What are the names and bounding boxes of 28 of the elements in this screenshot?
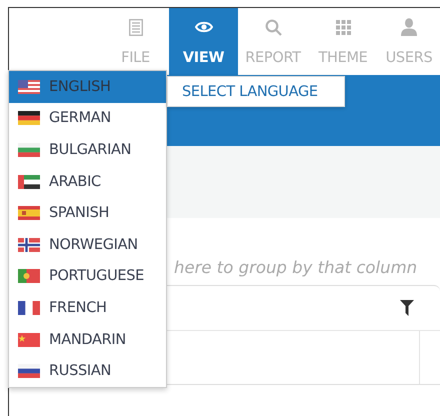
filter-icon[interactable] — [400, 300, 414, 316]
menu-item[interactable]: NORWEGIAN — [9, 228, 166, 261]
menu-item[interactable]: BULGARIAN — [9, 134, 166, 166]
flag-icon — [18, 300, 40, 315]
flag-icon — [18, 80, 40, 94]
flag-icon — [18, 206, 40, 220]
user-icon — [401, 18, 417, 36]
group-hint: here to group by that column — [174, 258, 418, 277]
flag-icon — [18, 364, 40, 378]
nav-tab[interactable]: VIEW — [169, 8, 238, 75]
flag-icon — [18, 111, 40, 126]
eye-icon — [194, 21, 212, 33]
menu-item[interactable]: SPANISH — [9, 197, 166, 229]
flag-icon — [18, 142, 40, 157]
menu-item[interactable]: MANDARIN — [9, 324, 166, 356]
flag-icon — [18, 238, 40, 252]
grid-icon — [336, 20, 350, 34]
flag-icon — [18, 269, 40, 284]
menu-item[interactable]: PORTUGUESE — [9, 260, 166, 292]
flag-icon — [18, 174, 40, 189]
select-language-item[interactable]: SELECT LANGUAGE — [167, 76, 345, 107]
menu-item[interactable]: RUSSIAN — [9, 355, 166, 387]
flag-icon — [18, 332, 40, 347]
document-icon — [128, 18, 142, 36]
menu-item[interactable]: ARABIC — [9, 166, 166, 198]
menu-item[interactable]: FRENCH — [9, 292, 166, 324]
menu-item[interactable]: GERMAN — [9, 102, 166, 134]
search-icon — [264, 18, 282, 36]
